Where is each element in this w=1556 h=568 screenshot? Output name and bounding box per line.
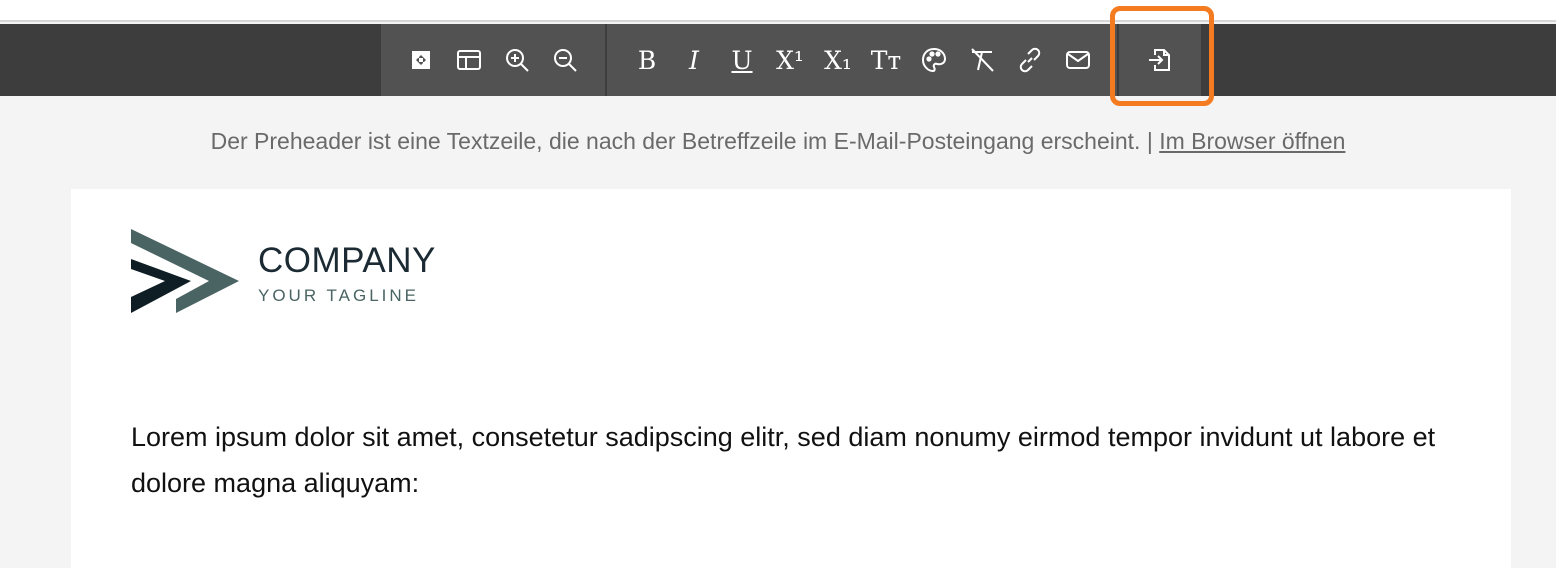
zoom-out-button[interactable] xyxy=(545,40,585,80)
superscript-icon: X¹ xyxy=(776,45,804,75)
italic-icon: I xyxy=(689,45,699,75)
top-strip xyxy=(0,0,1556,22)
superscript-button[interactable]: X¹ xyxy=(770,40,810,80)
link-button[interactable] xyxy=(1010,40,1050,80)
font-size-icon: Tт xyxy=(870,45,902,75)
italic-button[interactable]: I xyxy=(674,40,714,80)
layout-button[interactable] xyxy=(449,40,489,80)
layout-icon xyxy=(457,50,481,70)
email-button[interactable] xyxy=(1058,40,1098,80)
open-in-browser-link[interactable]: Im Browser öffnen xyxy=(1159,128,1345,154)
company-logo-icon xyxy=(131,229,239,313)
subscript-button[interactable]: X₁ xyxy=(818,40,858,80)
subscript-icon: X₁ xyxy=(824,45,852,75)
text-color-button[interactable] xyxy=(914,40,954,80)
zoom-in-icon xyxy=(506,49,529,72)
email-icon xyxy=(1066,51,1090,69)
move-icon xyxy=(412,51,430,69)
email-body-card: COMPANY YOUR TAGLINE Lorem ipsum dolor s… xyxy=(71,189,1511,568)
editor-toolbar: B I U X¹ X₁ Tт xyxy=(0,24,1556,96)
clear-format-icon xyxy=(971,48,994,72)
link-icon xyxy=(1019,47,1041,73)
palette-icon xyxy=(921,47,947,73)
zoom-out-icon xyxy=(554,49,577,72)
preheader-text: Der Preheader ist eine Textzeile, die na… xyxy=(210,128,1160,154)
import-icon xyxy=(1149,49,1170,71)
font-size-button[interactable]: Tт xyxy=(866,40,906,80)
underline-button[interactable]: U xyxy=(722,40,762,80)
clear-format-button[interactable] xyxy=(962,40,1002,80)
toolbar-group-format: B I U X¹ X₁ Tт xyxy=(607,24,1117,96)
bold-icon: B xyxy=(637,45,657,75)
body-paragraph[interactable]: Lorem ipsum dolor sit amet, consetetur s… xyxy=(131,414,1451,506)
bold-button[interactable]: B xyxy=(627,40,667,80)
underline-icon: U xyxy=(731,45,753,75)
email-editor: B I U X¹ X₁ Tт Der Preheader ist eine Te… xyxy=(0,0,1556,568)
move-button[interactable] xyxy=(401,40,441,80)
zoom-in-button[interactable] xyxy=(497,40,537,80)
company-tagline: YOUR TAGLINE xyxy=(258,286,420,305)
company-name: COMPANY xyxy=(258,241,436,280)
toolbar-group-view xyxy=(381,24,605,96)
preheader: Der Preheader ist eine Textzeile, die na… xyxy=(0,128,1556,155)
toolbar-group-insert xyxy=(1119,24,1201,96)
import-button[interactable] xyxy=(1140,40,1180,80)
